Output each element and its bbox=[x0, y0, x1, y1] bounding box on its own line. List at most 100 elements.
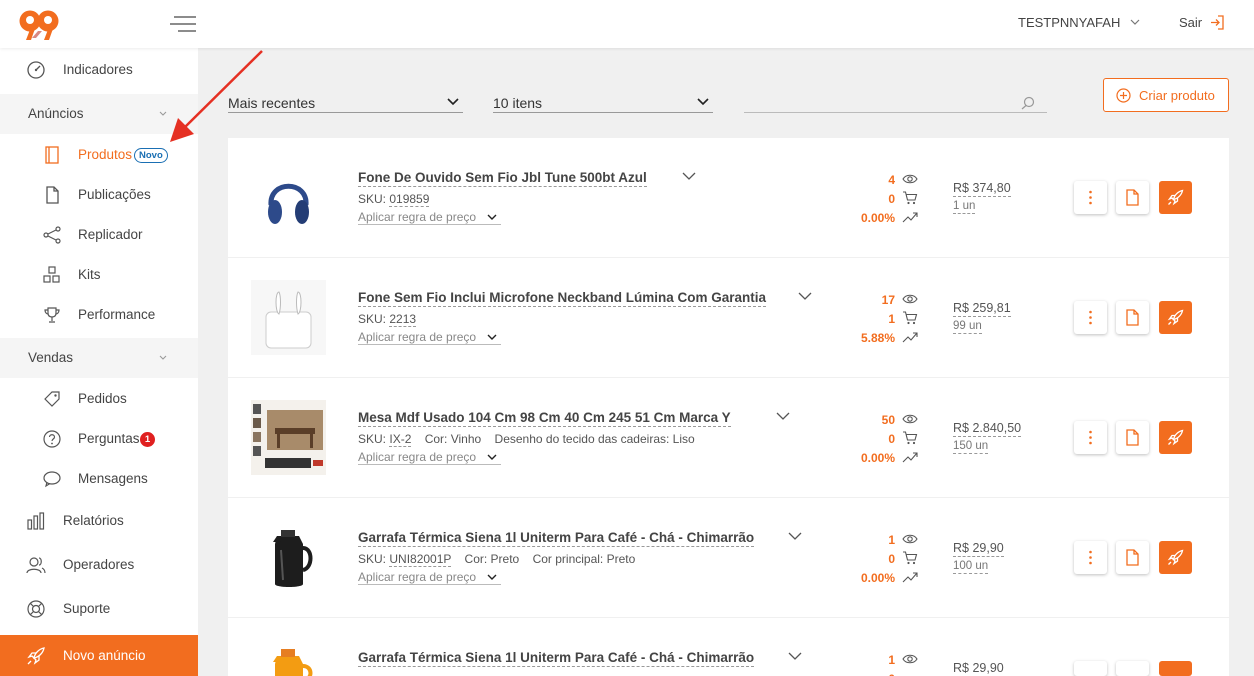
document-button[interactable] bbox=[1116, 421, 1149, 454]
search-box bbox=[744, 92, 1047, 113]
cart-icon bbox=[902, 191, 918, 205]
product-stock: 100 un bbox=[953, 560, 989, 574]
product-card: Fone Sem Fio Inclui Microfone Neckband L… bbox=[228, 258, 1229, 377]
sales-count: 0 bbox=[888, 552, 895, 566]
cart-icon bbox=[902, 431, 918, 445]
sidebar-item-operadores[interactable]: Operadores bbox=[0, 545, 198, 585]
rocket-icon bbox=[1167, 429, 1184, 446]
sidebar-item-replicador[interactable]: Replicador bbox=[0, 215, 198, 255]
user-menu[interactable]: TESTPNNYAFAH bbox=[1018, 15, 1140, 30]
product-thumbnail[interactable] bbox=[251, 520, 326, 595]
product-title[interactable]: Fone Sem Fio Inclui Microfone Neckband L… bbox=[358, 290, 767, 307]
product-card: Garrafa Térmica Siena 1l Uniterm Para Ca… bbox=[228, 618, 1229, 676]
sidebar-item-label: Replicador bbox=[78, 227, 143, 242]
product-stock: 1 un bbox=[953, 200, 976, 214]
product-title[interactable]: Mesa Mdf Usado 104 Cm 98 Cm 40 Cm 245 51… bbox=[358, 410, 731, 427]
price-rule-select[interactable]: Aplicar regra de preço bbox=[358, 450, 502, 465]
boxes-icon bbox=[42, 265, 62, 285]
product-title[interactable]: Garrafa Térmica Siena 1l Uniterm Para Ca… bbox=[358, 530, 755, 547]
more-options-button[interactable] bbox=[1074, 421, 1107, 454]
boost-button[interactable] bbox=[1159, 301, 1192, 334]
sku-value: UNI82001P bbox=[389, 552, 452, 567]
sidebar-item-pedidos[interactable]: Pedidos bbox=[0, 379, 198, 419]
product-thumbnail[interactable] bbox=[251, 400, 326, 475]
more-options-button[interactable] bbox=[1074, 661, 1107, 676]
create-product-button[interactable]: Criar produto bbox=[1103, 78, 1229, 112]
search-input[interactable] bbox=[744, 92, 1014, 112]
app-logo[interactable] bbox=[18, 9, 60, 41]
more-options-button[interactable] bbox=[1074, 301, 1107, 334]
sidebar-item-publicacoes[interactable]: Publicações bbox=[0, 175, 198, 215]
views-count: 1 bbox=[888, 533, 895, 547]
document-icon bbox=[1126, 429, 1139, 446]
price-rule-select[interactable]: Aplicar regra de preço bbox=[358, 330, 502, 345]
document-button[interactable] bbox=[1116, 181, 1149, 214]
sidebar-item-kits[interactable]: Kits bbox=[0, 255, 198, 295]
chevron-down-icon[interactable] bbox=[788, 532, 802, 541]
sidebar-item-produtos[interactable]: Produtos Novo bbox=[0, 135, 198, 175]
sidebar-item-relatorios[interactable]: Relatórios bbox=[0, 501, 198, 541]
attribute-fabric: Desenho do tecido das cadeiras: Liso bbox=[494, 432, 695, 446]
trend-icon bbox=[902, 570, 918, 584]
conversion-rate: 0.00% bbox=[860, 571, 895, 585]
trend-icon bbox=[902, 210, 918, 224]
price-rule-select[interactable]: Aplicar regra de preço bbox=[358, 210, 502, 225]
product-title[interactable]: Fone De Ouvido Sem Fio Jbl Tune 500bt Az… bbox=[358, 170, 647, 187]
sidebar-section-anuncios[interactable]: Anúncios bbox=[0, 94, 198, 134]
more-options-button[interactable] bbox=[1074, 181, 1107, 214]
eye-icon bbox=[902, 292, 918, 306]
product-title[interactable]: Garrafa Térmica Siena 1l Uniterm Para Ca… bbox=[358, 650, 755, 667]
chevron-down-icon[interactable] bbox=[776, 412, 790, 421]
product-thumbnail[interactable] bbox=[251, 280, 326, 355]
share-icon bbox=[42, 225, 62, 245]
menu-toggle-icon[interactable] bbox=[170, 14, 198, 34]
sales-count: 0 bbox=[888, 192, 895, 206]
product-card: Fone De Ouvido Sem Fio Jbl Tune 500bt Az… bbox=[228, 138, 1229, 257]
new-ad-button[interactable]: Novo anúncio bbox=[0, 635, 198, 676]
lifebuoy-icon bbox=[26, 599, 46, 619]
boost-button[interactable] bbox=[1159, 421, 1192, 454]
new-ad-label: Novo anúncio bbox=[63, 648, 146, 663]
price-rule-select[interactable]: Aplicar regra de preço bbox=[358, 570, 502, 585]
sort-select[interactable]: Mais recentes bbox=[228, 92, 463, 113]
chevron-down-icon[interactable] bbox=[788, 652, 802, 661]
sidebar-item-suporte[interactable]: Suporte bbox=[0, 589, 198, 629]
product-thumbnail[interactable] bbox=[251, 640, 326, 676]
logout-label: Sair bbox=[1179, 15, 1203, 30]
search-icon[interactable] bbox=[1021, 96, 1035, 110]
logout-button[interactable]: Sair bbox=[1179, 15, 1224, 30]
page-size-select[interactable]: 10 itens bbox=[493, 92, 713, 113]
product-thumbnail[interactable] bbox=[251, 160, 326, 235]
sidebar-item-performance[interactable]: Performance bbox=[0, 295, 198, 335]
sidebar-item-mensagens[interactable]: Mensagens bbox=[0, 459, 198, 499]
sidebar-section-vendas[interactable]: Vendas bbox=[0, 338, 198, 378]
chevron-down-icon[interactable] bbox=[798, 292, 812, 301]
boost-button[interactable] bbox=[1159, 181, 1192, 214]
sidebar-item-label: Indicadores bbox=[63, 62, 133, 77]
notebook-icon bbox=[42, 145, 62, 165]
eye-icon bbox=[902, 172, 918, 186]
product-price: R$ 29,90 bbox=[953, 541, 1004, 557]
product-price: R$ 374,80 bbox=[953, 181, 1011, 197]
chevron-down-icon[interactable] bbox=[682, 172, 696, 181]
sidebar-item-label: Kits bbox=[78, 267, 101, 282]
conversion-rate: 0.00% bbox=[860, 451, 895, 465]
sidebar-item-label: Publicações bbox=[78, 187, 151, 202]
document-icon bbox=[1126, 309, 1139, 326]
boost-button[interactable] bbox=[1159, 661, 1192, 676]
document-button[interactable] bbox=[1116, 661, 1149, 676]
rocket-icon bbox=[26, 646, 46, 666]
document-button[interactable] bbox=[1116, 301, 1149, 334]
sidebar-item-label: Mensagens bbox=[78, 471, 148, 486]
price-rule-label: Aplicar regra de preço bbox=[358, 210, 477, 224]
document-button[interactable] bbox=[1116, 541, 1149, 574]
vertical-dots-icon bbox=[1089, 430, 1092, 445]
sidebar-item-perguntas[interactable]: Perguntas 1 bbox=[0, 419, 198, 459]
views-count: 50 bbox=[881, 413, 895, 427]
chevron-down-icon bbox=[1130, 19, 1140, 26]
more-options-button[interactable] bbox=[1074, 541, 1107, 574]
cart-icon bbox=[902, 311, 918, 325]
sku-label: SKU: bbox=[358, 432, 387, 446]
sidebar-item-indicadores[interactable]: Indicadores bbox=[0, 50, 198, 90]
boost-button[interactable] bbox=[1159, 541, 1192, 574]
